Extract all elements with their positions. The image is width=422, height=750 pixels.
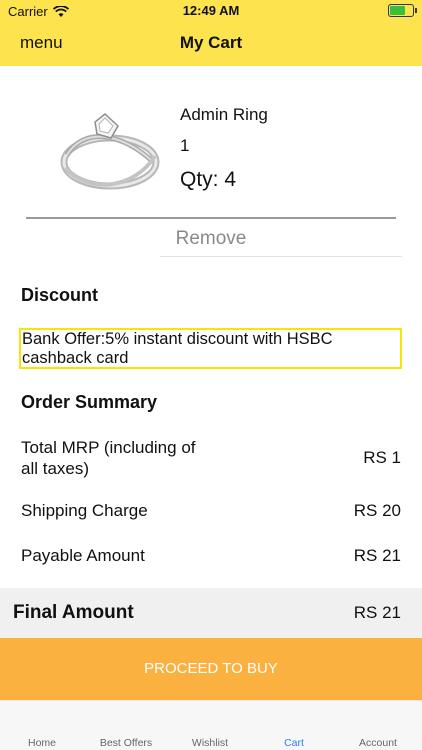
status-bar: Carrier 12:49 AM	[0, 0, 422, 22]
final-amount-value: RS 21	[353, 603, 401, 622]
product-price: 1	[180, 136, 190, 155]
status-time: 12:49 AM	[182, 3, 240, 18]
summary-value-total-mrp: RS 1	[363, 448, 401, 467]
final-amount-row: Final Amount RS 21	[0, 588, 422, 638]
page-title: My Cart	[179, 33, 243, 52]
battery-icon	[388, 4, 417, 17]
final-amount-label: Final Amount	[13, 602, 134, 623]
product-image	[60, 113, 160, 190]
proceed-to-buy-button[interactable]: PROCEED TO BUY	[0, 638, 422, 700]
summary-label-payable: Payable Amount	[21, 546, 145, 565]
divider	[160, 256, 402, 257]
order-summary-title: Order Summary	[21, 392, 158, 412]
tab-cart[interactable]: Cart	[252, 737, 336, 749]
header-bar: Carrier 12:49 AM menu My Cart	[0, 0, 422, 66]
tab-wishlist[interactable]: Wishlist	[168, 737, 252, 749]
tab-best-offers[interactable]: Best Offers	[84, 737, 168, 749]
tab-bar: Home Best Offers Wishlist Cart Account	[0, 700, 422, 750]
bank-offer-box: Bank Offer:5% instant discount with HSBC…	[19, 328, 402, 369]
product-name: Admin Ring	[180, 105, 268, 124]
product-quantity: Qty: 4	[180, 168, 237, 191]
summary-label-shipping: Shipping Charge	[21, 501, 148, 520]
tab-home[interactable]: Home	[0, 737, 84, 749]
summary-value-shipping: RS 20	[353, 501, 401, 520]
summary-label-total-mrp: Total MRP (including of all taxes)	[21, 438, 196, 478]
tab-account[interactable]: Account	[336, 737, 420, 749]
discount-title: Discount	[21, 285, 99, 305]
summary-value-payable: RS 21	[353, 546, 401, 565]
remove-button[interactable]: Remove	[26, 219, 396, 257]
